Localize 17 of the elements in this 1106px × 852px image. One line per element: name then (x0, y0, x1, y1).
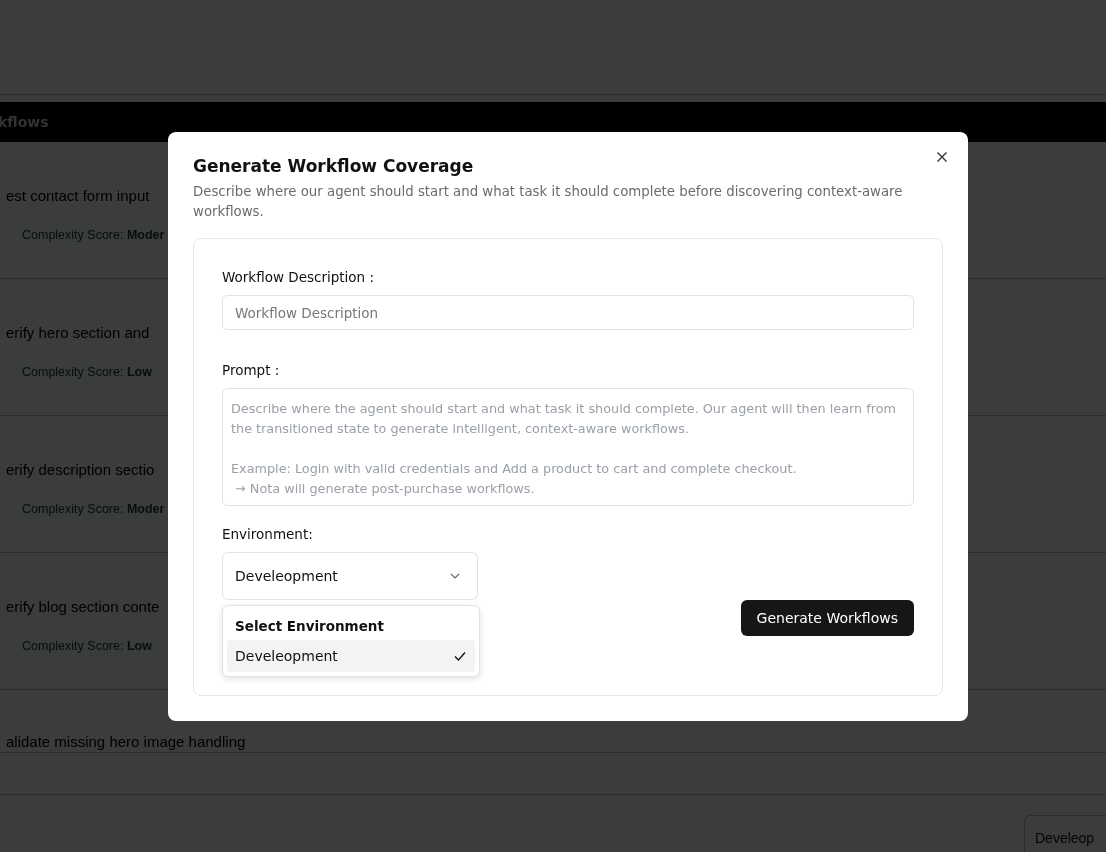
prompt-field[interactable]: Describe where the agent should start and what task it should complete. Our agent will then learn from the transitioned state to generate intelligent, context-aware workflows. Example: Login with valid credentials and Add a product to cart and complete checkout. → Nota will generate post-purchase workflows. (222, 388, 914, 506)
workflow-title: alidate missing hero image handling (6, 733, 246, 750)
field-label: Prompt : (222, 362, 281, 378)
workflow-title: erify description sectio (6, 461, 155, 478)
workflow-description-field[interactable]: Workflow Description (222, 295, 914, 330)
dialog-description: Describe where our agent should start and what task it should complete before discovering context-aware workflows. (193, 183, 904, 221)
field-label: Workflow Description : (222, 269, 375, 285)
menu-option[interactable]: Develeopment (227, 640, 475, 672)
check-icon (453, 649, 467, 663)
menu-heading: Select Environment (234, 617, 385, 636)
workflow-title: est contact form input (6, 187, 150, 204)
dialog-title: Generate Workflow Coverage (193, 156, 475, 176)
generate-workflows-button[interactable]: Generate Workflows (740, 600, 914, 636)
workflow-title: erify blog section conte (6, 598, 160, 615)
workflow-title: erify hero section and (6, 324, 150, 341)
field-label: Environment: (222, 526, 314, 542)
environment-select[interactable]: Develeopment (222, 552, 478, 600)
